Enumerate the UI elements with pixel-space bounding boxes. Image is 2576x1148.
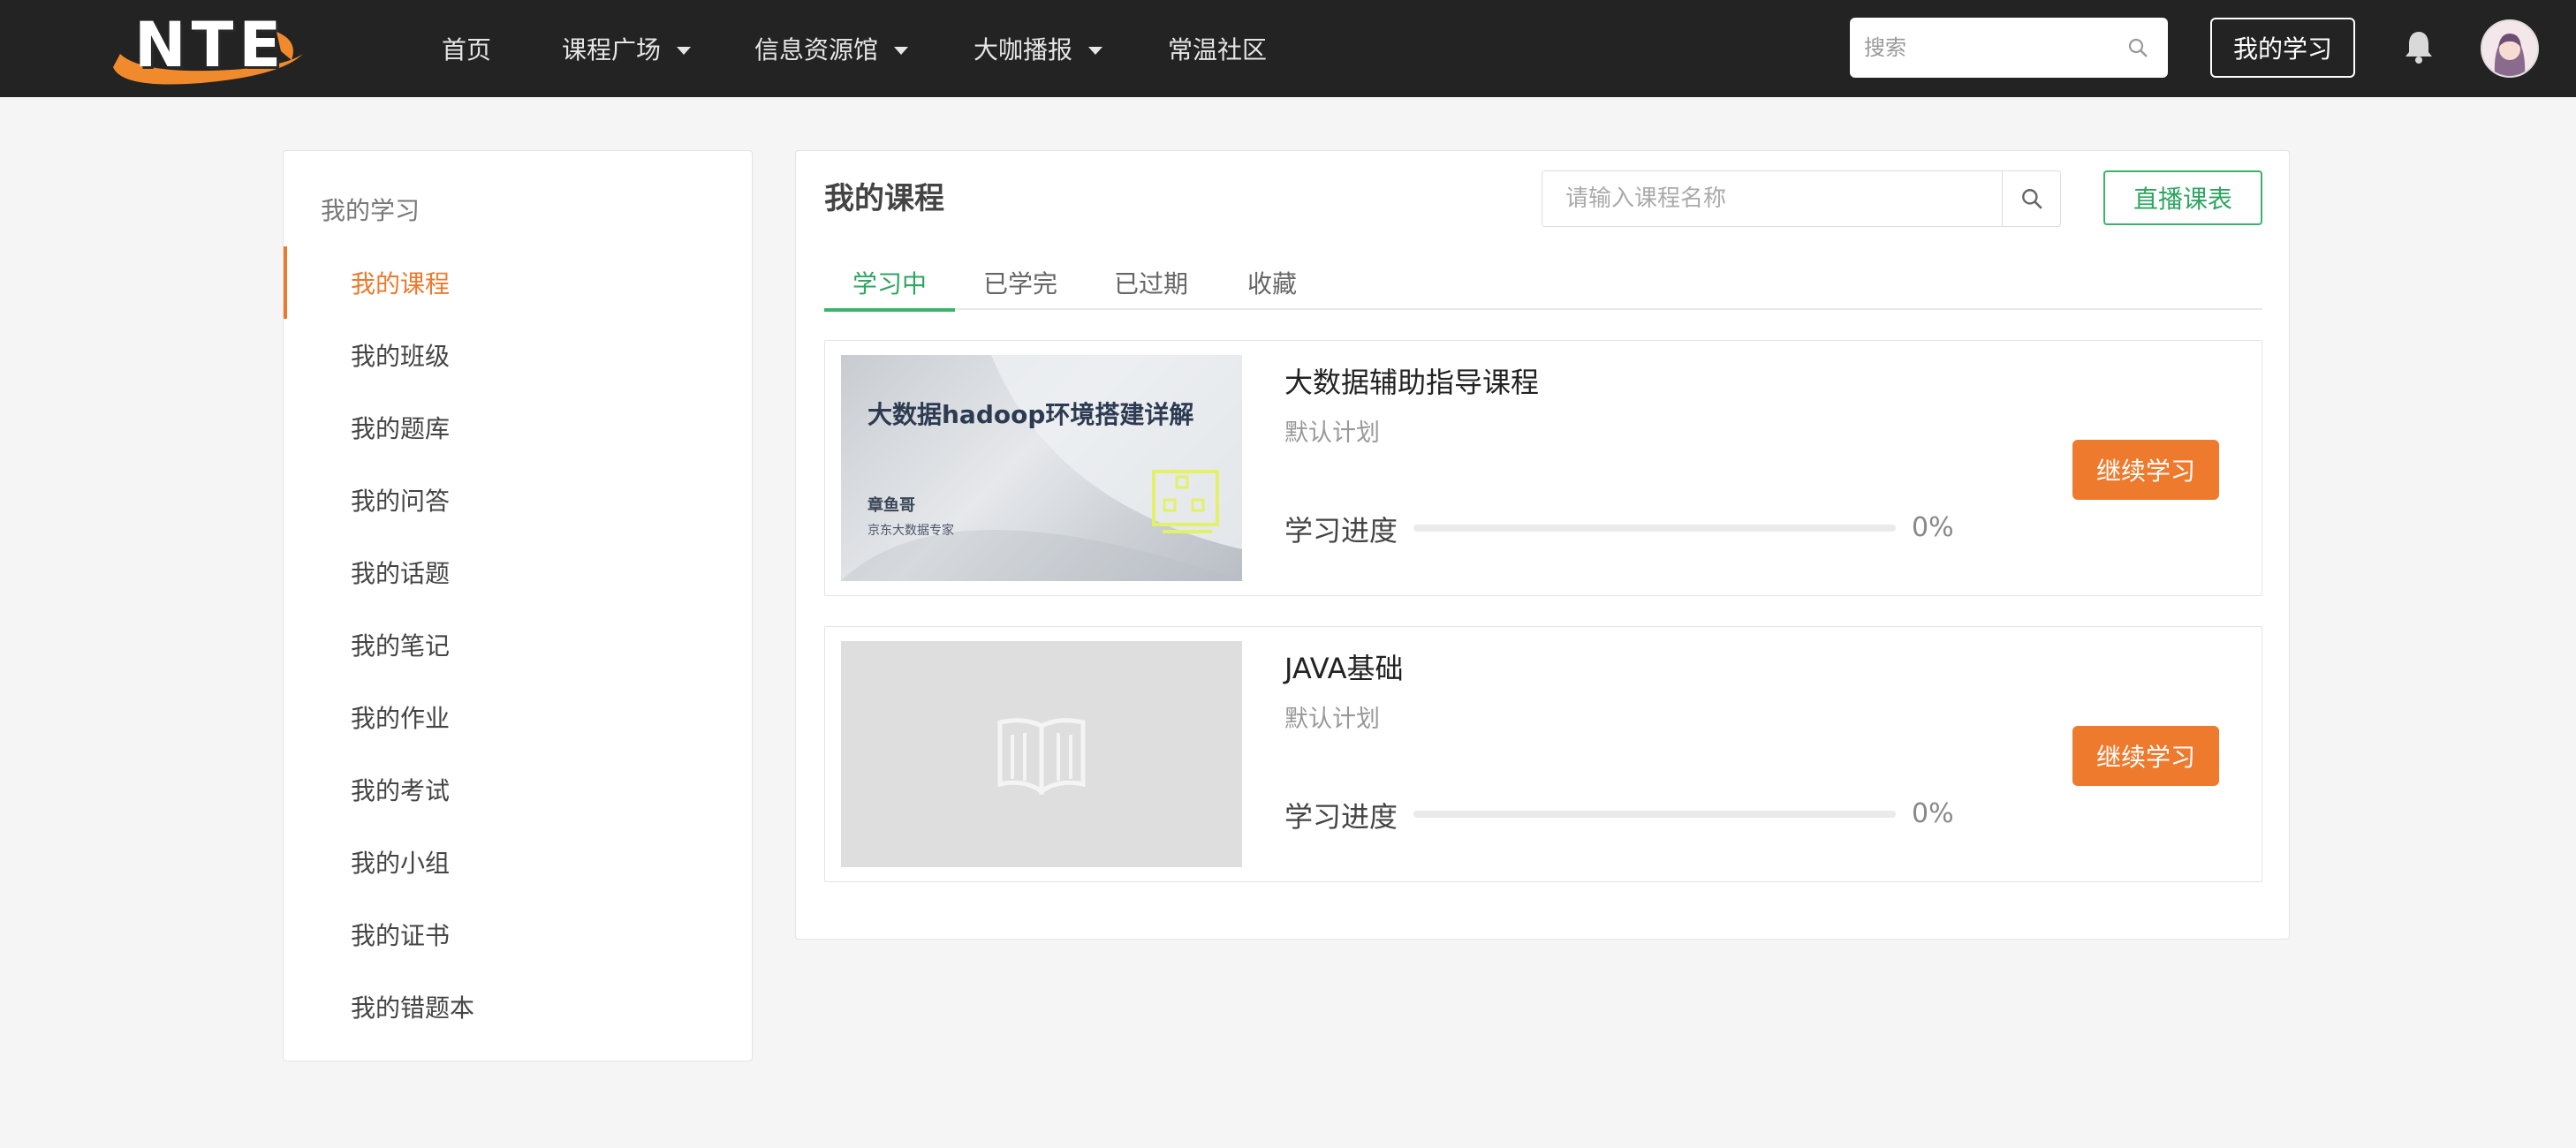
search-icon[interactable] [2127,37,2148,58]
course-plan: 默认计划 [1284,706,1380,733]
sidebar-item-label: 我的笔记 [351,631,451,661]
nav-resource-library-label: 信息资源馆 [754,35,879,64]
sidebar-item-my-notes[interactable]: 我的笔记 [284,608,752,681]
sidebar: 我的学习 我的课程 我的班级 我的题库 我的问答 我的话题 我的笔记 我的作业 … [283,150,753,1061]
nav-expert-broadcast[interactable]: 大咖播报 [974,30,1103,67]
course-name[interactable]: 大数据辅助指导课程 [1284,360,1539,401]
my-study-button[interactable]: 我的学习 [2210,18,2355,78]
sidebar-item-my-question-bank[interactable]: 我的题库 [284,391,752,464]
sidebar-item-my-exams[interactable]: 我的考试 [284,753,752,826]
chevron-down-icon [677,46,692,55]
nav-home[interactable]: 首页 [442,30,491,67]
sidebar-item-label: 我的证书 [351,921,451,950]
top-search-box [1850,18,2168,78]
course-thumbnail[interactable]: 大数据hadoop环境搭建详解 章鱼哥 京东大数据专家 [841,355,1242,581]
search-icon [2021,189,2042,209]
progress-percent: 0% [1912,512,1954,543]
thumbnail-subtitle: 京东大数据专家 [868,524,954,538]
course-thumbnail[interactable] [841,641,1242,867]
tab-in-progress[interactable]: 学习中 [824,255,955,312]
course-search-box [1542,170,2061,227]
sidebar-item-label: 我的小组 [351,849,451,878]
thumbnail-author: 章鱼哥 [868,496,915,515]
progress-bar [1413,525,1896,532]
sidebar-item-my-groups[interactable]: 我的小组 [284,826,752,898]
bell-icon[interactable] [2403,28,2435,65]
sidebar-item-my-classes[interactable]: 我的班级 [284,319,752,391]
live-schedule-button[interactable]: 直播课表 [2103,170,2262,225]
chevron-down-icon [894,46,909,55]
sidebar-item-label: 我的话题 [351,559,451,588]
thumbnail-title: 大数据hadoop环境搭建详解 [868,400,1194,429]
progress-percent: 0% [1912,798,1954,829]
continue-learning-button[interactable]: 继续学习 [2072,440,2219,500]
sidebar-item-label: 我的课程 [351,269,451,298]
nav-course-square[interactable]: 课程广场 [562,30,692,67]
avatar[interactable] [2481,19,2539,78]
screen-decoration-icon [1152,470,1219,533]
continue-learning-button[interactable]: 继续学习 [2072,726,2219,786]
sidebar-item-label: 我的班级 [351,342,451,371]
page-title: 我的课程 [824,181,944,216]
course-search-input[interactable] [1542,171,2002,226]
nav-course-square-label: 课程广场 [562,35,662,64]
sidebar-item-label: 我的作业 [351,704,451,733]
course-tabs: 学习中 已学完 已过期 收藏 [824,255,2262,312]
nav-community[interactable]: 常温社区 [1168,30,1267,67]
sidebar-item-my-topics[interactable]: 我的话题 [284,536,752,608]
course-search-button[interactable] [2002,171,2060,226]
top-search-input[interactable] [1850,21,2115,74]
sidebar-item-label: 我的题库 [351,414,451,443]
chevron-down-icon [1088,46,1103,55]
course-name[interactable]: JAVA基础 [1284,646,1403,687]
tab-favorites[interactable]: 收藏 [1216,255,1328,310]
sidebar-item-my-homework[interactable]: 我的作业 [284,681,752,753]
sidebar-item-my-wrong-answers[interactable]: 我的错题本 [284,971,752,1043]
site-logo[interactable]: NTE [104,5,307,90]
sidebar-item-label: 我的问答 [351,487,451,516]
progress-bar [1413,811,1896,818]
progress-label: 学习进度 [1284,800,1398,834]
top-header: NTE 首页 课程广场 信息资源馆 大咖播报 常温社区 我的学习 [0,0,2576,97]
sidebar-item-my-qa[interactable]: 我的问答 [284,464,752,536]
nav-expert-broadcast-label: 大咖播报 [974,35,1073,64]
sidebar-item-label: 我的错题本 [351,993,475,1023]
book-icon [997,718,1086,796]
sidebar-item-my-certificates[interactable]: 我的证书 [284,898,752,971]
course-plan: 默认计划 [1284,419,1380,447]
course-card: 大数据hadoop环境搭建详解 章鱼哥 京东大数据专家 大数据辅助指导课程 默认… [824,340,2262,596]
tab-expired[interactable]: 已过期 [1086,255,1216,310]
course-card: JAVA基础 默认计划 学习进度 0% 继续学习 [824,626,2262,882]
sidebar-item-label: 我的考试 [351,776,451,805]
sidebar-item-my-courses[interactable]: 我的课程 [284,246,752,319]
progress-label: 学习进度 [1284,514,1398,548]
nav-resource-library[interactable]: 信息资源馆 [754,30,909,67]
nav-community-label: 常温社区 [1168,35,1268,64]
main-panel: 我的课程 直播课表 学习中 已学完 已过期 收藏 大数据hadoop环境搭建详解… [795,150,2290,940]
logo-text: NTE [134,9,287,81]
avatar-image [2482,21,2537,76]
sidebar-title: 我的学习 [321,196,420,225]
nav-home-label: 首页 [442,35,492,64]
tab-completed[interactable]: 已学完 [955,255,1086,310]
